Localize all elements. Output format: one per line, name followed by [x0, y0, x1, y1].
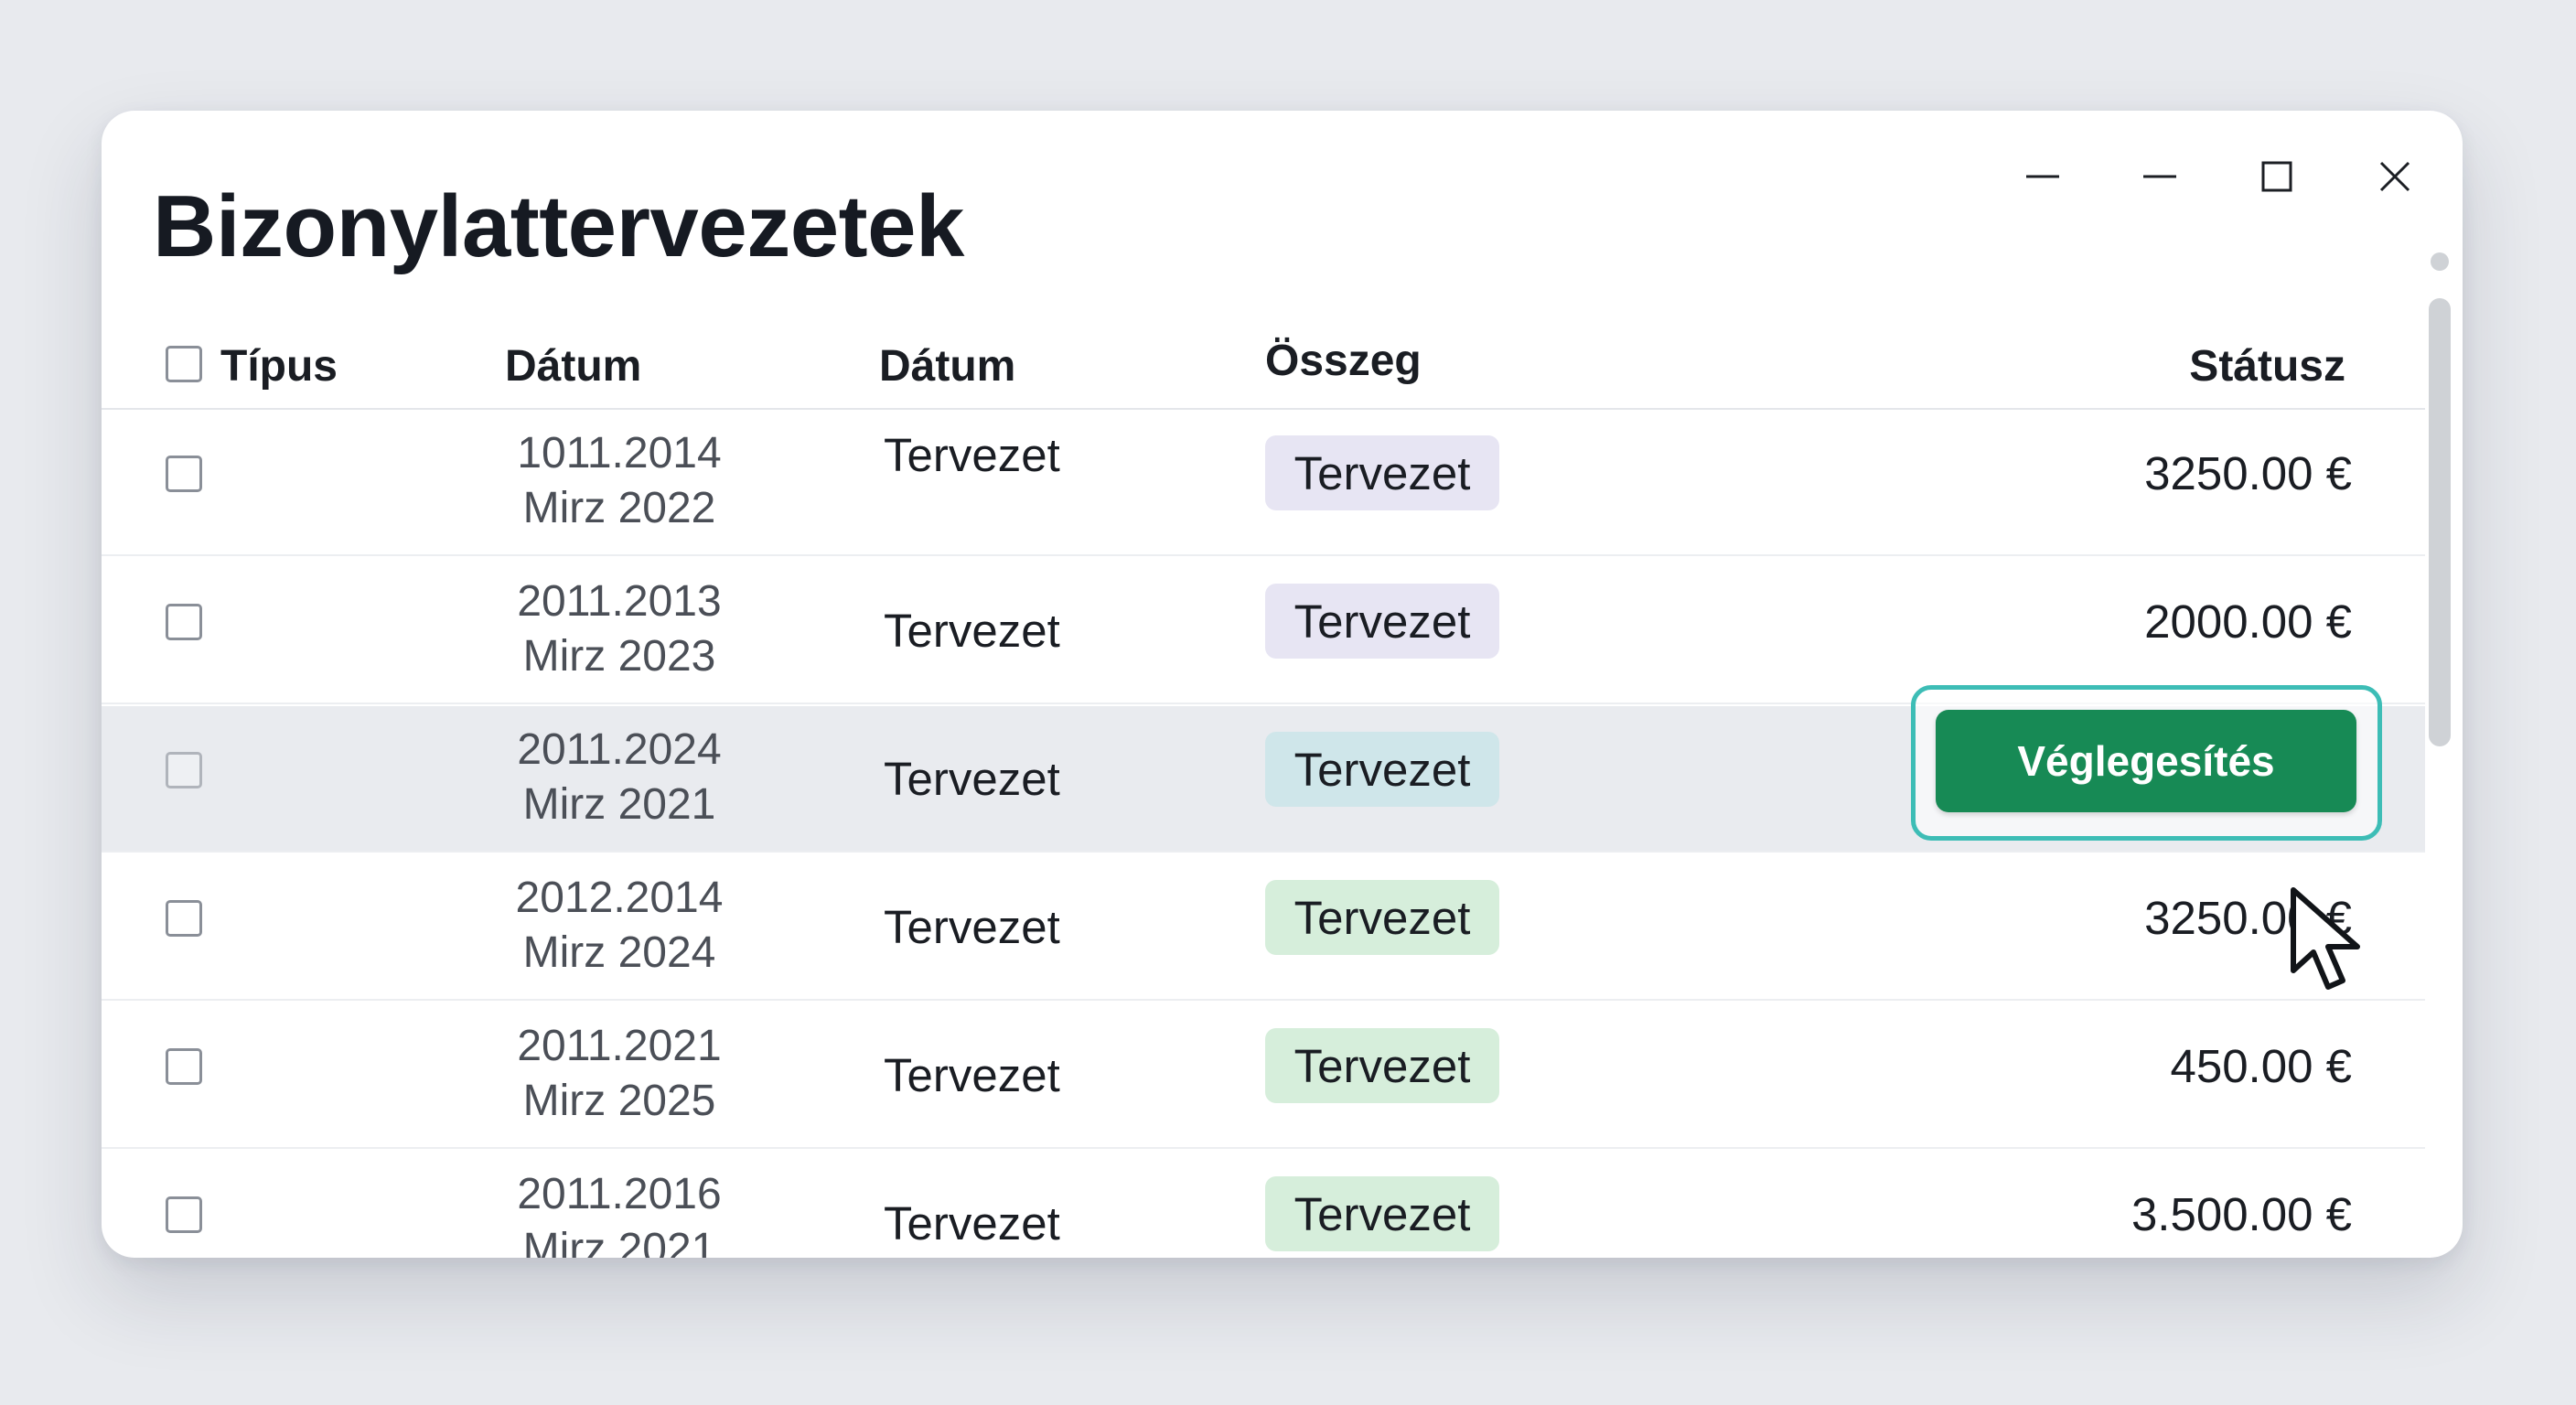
date-cell: 2011.2024 Mirz 2021 — [510, 723, 729, 832]
close-icon[interactable] — [2351, 133, 2439, 220]
scroll-up-icon[interactable] — [2431, 252, 2449, 271]
type-cell: Tervezet — [884, 753, 1060, 805]
table-row[interactable]: 2012.2014 Mirz 2024 Tervezet Tervezet 32… — [102, 854, 2425, 1001]
table-row[interactable]: 2011.2013 Mirz 2023 Tervezet Tervezet 20… — [102, 558, 2425, 704]
status-badge: Tervezet — [1265, 732, 1499, 807]
finalize-focus-ring: Véglegesítés — [1911, 685, 2382, 841]
status-badge: Tervezet — [1265, 435, 1499, 510]
amount-cell: 3.500.00 € — [2131, 1188, 2352, 1240]
amount-cell: 2000.00 € — [2144, 595, 2352, 648]
select-all-checkbox[interactable] — [166, 346, 202, 382]
minimize-icon[interactable] — [1999, 133, 2087, 220]
minimize-icon[interactable] — [2116, 133, 2204, 220]
date-line-1: 2011.2016 — [517, 1170, 722, 1218]
date-line-2: Mirz 2023 — [522, 632, 716, 681]
status-badge: Tervezet — [1265, 880, 1499, 955]
row-checkbox[interactable] — [166, 900, 202, 937]
date-line-1: 1011.2014 — [517, 429, 722, 477]
table-row[interactable]: 2011.2016 Mirz 2021 Tervezet Tervezet 3.… — [102, 1151, 2425, 1258]
type-cell: Tervezet — [884, 1049, 1060, 1101]
row-checkbox[interactable] — [166, 752, 202, 788]
date-line-1: 2011.2024 — [517, 725, 722, 774]
column-header-amount[interactable]: Összeg — [1265, 339, 1422, 383]
date-cell: 1011.2014 Mirz 2022 — [510, 426, 729, 536]
date-line-1: 2011.2013 — [517, 577, 722, 626]
column-header-date-2[interactable]: Dátum — [879, 345, 1015, 389]
date-line-2: Mirz 2024 — [522, 928, 716, 977]
amount-cell: 3250.00 € — [2144, 447, 2352, 499]
date-line-1: 2012.2014 — [515, 874, 724, 922]
date-cell: 2011.2013 Mirz 2023 — [510, 574, 729, 684]
row-checkbox[interactable] — [166, 1048, 202, 1085]
scroll-thumb[interactable] — [2429, 298, 2451, 746]
page-title: Bizonylattervezetek — [153, 177, 964, 275]
date-line-2: Mirz 2021 — [522, 780, 716, 829]
date-line-2: Mirz 2025 — [522, 1077, 716, 1125]
row-checkbox[interactable] — [166, 1196, 202, 1233]
row-checkbox[interactable] — [166, 456, 202, 492]
column-header-date[interactable]: Dátum — [505, 345, 641, 389]
table-row[interactable]: 1011.2014 Mirz 2022 Tervezet Tervezet 32… — [102, 410, 2425, 556]
column-header-status[interactable]: Státusz — [2189, 345, 2345, 389]
type-cell: Tervezet — [884, 1197, 1060, 1249]
maximize-icon[interactable] — [2233, 133, 2321, 220]
row-checkbox[interactable] — [166, 604, 202, 640]
mouse-cursor-icon — [2291, 887, 2360, 990]
status-badge: Tervezet — [1265, 584, 1499, 659]
date-line-2: Mirz 2022 — [522, 484, 716, 532]
finalize-button[interactable]: Véglegesítés — [1936, 710, 2356, 812]
date-cell: 2011.2021 Mirz 2025 — [510, 1019, 729, 1129]
scrollbar[interactable] — [2425, 252, 2454, 1258]
amount-cell: 450.00 € — [2170, 1040, 2352, 1092]
date-line-1: 2011.2021 — [517, 1022, 722, 1070]
column-header-type[interactable]: Típus — [220, 345, 338, 389]
type-cell: Tervezet — [884, 429, 1060, 481]
status-badge: Tervezet — [1265, 1176, 1499, 1251]
documents-window: Bizonylattervezetek Típus Dátum Dátum Ös… — [102, 111, 2463, 1258]
date-cell: 2012.2014 Mirz 2024 — [510, 871, 729, 981]
status-badge: Tervezet — [1265, 1028, 1499, 1103]
table-row[interactable]: 2011.2021 Mirz 2025 Tervezet Tervezet 45… — [102, 1003, 2425, 1149]
date-line-2: Mirz 2021 — [522, 1225, 716, 1258]
type-cell: Tervezet — [884, 901, 1060, 953]
date-cell: 2011.2016 Mirz 2021 — [510, 1167, 729, 1258]
type-cell: Tervezet — [884, 605, 1060, 657]
